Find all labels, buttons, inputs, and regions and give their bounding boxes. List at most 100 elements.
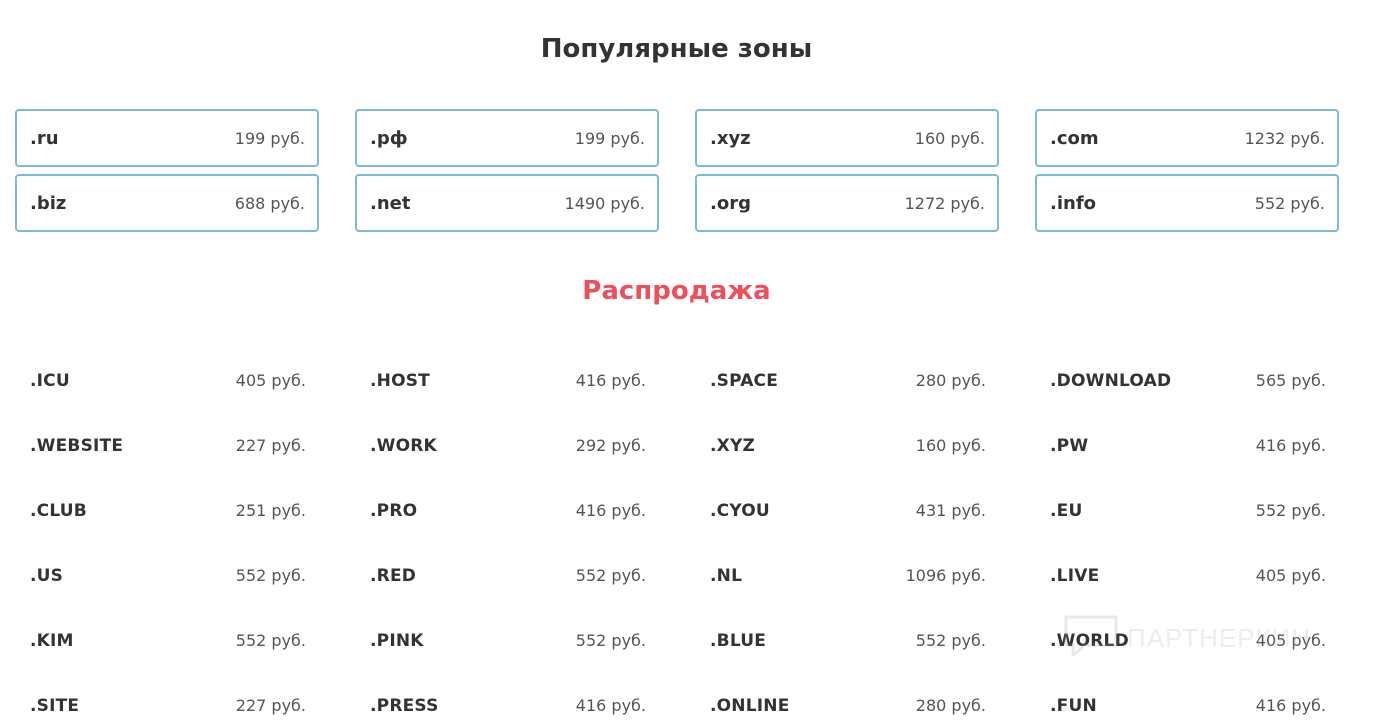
- zone-card-net[interactable]: .net 1490 руб.: [355, 174, 659, 232]
- sale-zone-name: .SITE: [30, 695, 80, 716]
- sale-zone-name: .ICU: [30, 370, 70, 391]
- sale-item[interactable]: .FUN 416 руб.: [1050, 673, 1326, 728]
- sale-zone-name: .KIM: [30, 630, 74, 651]
- zone-name: .xyz: [710, 127, 751, 149]
- sale-zone-price: 416 руб.: [575, 371, 646, 390]
- sale-item[interactable]: .PINK 552 руб.: [370, 608, 646, 673]
- sale-zone-price: 416 руб.: [575, 501, 646, 520]
- zone-price: 1272 руб.: [904, 193, 985, 213]
- sale-zone-price: 405 руб.: [1255, 566, 1326, 585]
- zone-price: 552 руб.: [1254, 193, 1325, 213]
- sale-zone-price: 416 руб.: [1255, 436, 1326, 455]
- popular-zones-title: Популярные зоны: [540, 34, 813, 64]
- sale-item[interactable]: .LIVE 405 руб.: [1050, 543, 1326, 608]
- sale-item[interactable]: .PRO 416 руб.: [370, 478, 646, 543]
- sale-item[interactable]: .SPACE 280 руб.: [710, 348, 986, 413]
- sale-zone-name: .NL: [710, 565, 743, 586]
- sale-zone-price: 160 руб.: [915, 436, 986, 455]
- sale-zone-price: 552 руб.: [235, 566, 306, 585]
- sale-zone-price: 431 руб.: [915, 501, 986, 520]
- zone-name: .com: [1050, 127, 1099, 149]
- sale-item[interactable]: .ICU 405 руб.: [30, 348, 306, 413]
- sale-item[interactable]: .KIM 552 руб.: [30, 608, 306, 673]
- popular-zones-grid: .ru 199 руб. .рф 199 руб. .xyz 160 руб. …: [15, 109, 1339, 232]
- sale-zone-name: .HOST: [370, 370, 430, 391]
- sale-item[interactable]: .ONLINE 280 руб.: [710, 673, 986, 728]
- sale-zone-name: .WORLD: [1050, 630, 1129, 651]
- sale-zone-name: .EU: [1050, 500, 1083, 521]
- sale-item[interactable]: .WORK 292 руб.: [370, 413, 646, 478]
- sale-item[interactable]: .BLUE 552 руб.: [710, 608, 986, 673]
- sale-item[interactable]: .CLUB 251 руб.: [30, 478, 306, 543]
- sale-item[interactable]: .WORLD 405 руб.: [1050, 608, 1326, 673]
- sale-zones-grid: .ICU 405 руб. .HOST 416 руб. .SPACE 280 руб…: [30, 348, 1326, 728]
- zone-card-ru[interactable]: .ru 199 руб.: [15, 109, 319, 167]
- sale-zone-name: .US: [30, 565, 64, 586]
- sale-zone-price: 292 руб.: [575, 436, 646, 455]
- zone-name: .biz: [30, 192, 67, 214]
- zone-card-org[interactable]: .org 1272 руб.: [695, 174, 999, 232]
- sale-zone-price: 227 руб.: [235, 696, 306, 715]
- sale-zone-name: .RED: [370, 565, 417, 586]
- sale-zone-name: .CLUB: [30, 500, 87, 521]
- sale-zone-name: .WEBSITE: [30, 435, 124, 456]
- sale-item[interactable]: .PRESS 416 руб.: [370, 673, 646, 728]
- sale-zone-name: .ONLINE: [710, 695, 790, 716]
- zone-card-com[interactable]: .com 1232 руб.: [1035, 109, 1339, 167]
- sale-zone-name: .PRO: [370, 500, 418, 521]
- zone-name: .рф: [370, 127, 408, 149]
- page: Популярные зоны .ru 199 руб. .рф 199 руб…: [0, 0, 1390, 728]
- zone-price: 199 руб.: [234, 128, 305, 148]
- sale-item[interactable]: .NL 1096 руб.: [710, 543, 986, 608]
- sale-zone-price: 1096 руб.: [905, 566, 986, 585]
- sale-title: Распродажа: [582, 276, 771, 306]
- sale-item[interactable]: .PW 416 руб.: [1050, 413, 1326, 478]
- zone-price: 1232 руб.: [1244, 128, 1325, 148]
- sale-zone-name: .LIVE: [1050, 565, 1100, 586]
- sale-zone-price: 280 руб.: [915, 371, 986, 390]
- sale-zone-price: 416 руб.: [575, 696, 646, 715]
- sale-zone-name: .BLUE: [710, 630, 767, 651]
- sale-item[interactable]: .RED 552 руб.: [370, 543, 646, 608]
- sale-item[interactable]: .XYZ 160 руб.: [710, 413, 986, 478]
- sale-zone-price: 565 руб.: [1255, 371, 1326, 390]
- zone-price: 688 руб.: [234, 193, 305, 213]
- sale-zone-price: 552 руб.: [1255, 501, 1326, 520]
- zone-card-info[interactable]: .info 552 руб.: [1035, 174, 1339, 232]
- sale-item[interactable]: .SITE 227 руб.: [30, 673, 306, 728]
- sale-zone-price: 552 руб.: [575, 566, 646, 585]
- sale-zone-price: 552 руб.: [235, 631, 306, 650]
- zone-card-xyz[interactable]: .xyz 160 руб.: [695, 109, 999, 167]
- sale-item[interactable]: .CYOU 431 руб.: [710, 478, 986, 543]
- zone-price: 1490 руб.: [564, 193, 645, 213]
- sale-zone-price: 416 руб.: [1255, 696, 1326, 715]
- zone-price: 160 руб.: [914, 128, 985, 148]
- sale-zone-name: .PRESS: [370, 695, 439, 716]
- sale-zone-price: 552 руб.: [915, 631, 986, 650]
- zone-name: .net: [370, 192, 411, 214]
- zone-price: 199 руб.: [574, 128, 645, 148]
- sale-item[interactable]: .HOST 416 руб.: [370, 348, 646, 413]
- zone-card-biz[interactable]: .biz 688 руб.: [15, 174, 319, 232]
- sale-zone-name: .CYOU: [710, 500, 770, 521]
- sale-zone-name: .XYZ: [710, 435, 756, 456]
- sale-item[interactable]: .DOWNLOAD 565 руб.: [1050, 348, 1326, 413]
- sale-zone-name: .PINK: [370, 630, 424, 651]
- sale-item[interactable]: .US 552 руб.: [30, 543, 306, 608]
- sale-zone-name: .FUN: [1050, 695, 1097, 716]
- zone-card-rf[interactable]: .рф 199 руб.: [355, 109, 659, 167]
- sale-zone-price: 405 руб.: [1255, 631, 1326, 650]
- sale-item[interactable]: .EU 552 руб.: [1050, 478, 1326, 543]
- sale-zone-name: .PW: [1050, 435, 1089, 456]
- zone-name: .info: [1050, 192, 1097, 214]
- zone-name: .ru: [30, 127, 59, 149]
- sale-zone-price: 405 руб.: [235, 371, 306, 390]
- sale-zone-price: 280 руб.: [915, 696, 986, 715]
- sale-zone-price: 552 руб.: [575, 631, 646, 650]
- sale-zone-price: 227 руб.: [235, 436, 306, 455]
- zone-name: .org: [710, 192, 751, 214]
- sale-zone-price: 251 руб.: [235, 501, 306, 520]
- sale-zone-name: .DOWNLOAD: [1050, 370, 1172, 391]
- sale-zone-name: .SPACE: [710, 370, 779, 391]
- sale-item[interactable]: .WEBSITE 227 руб.: [30, 413, 306, 478]
